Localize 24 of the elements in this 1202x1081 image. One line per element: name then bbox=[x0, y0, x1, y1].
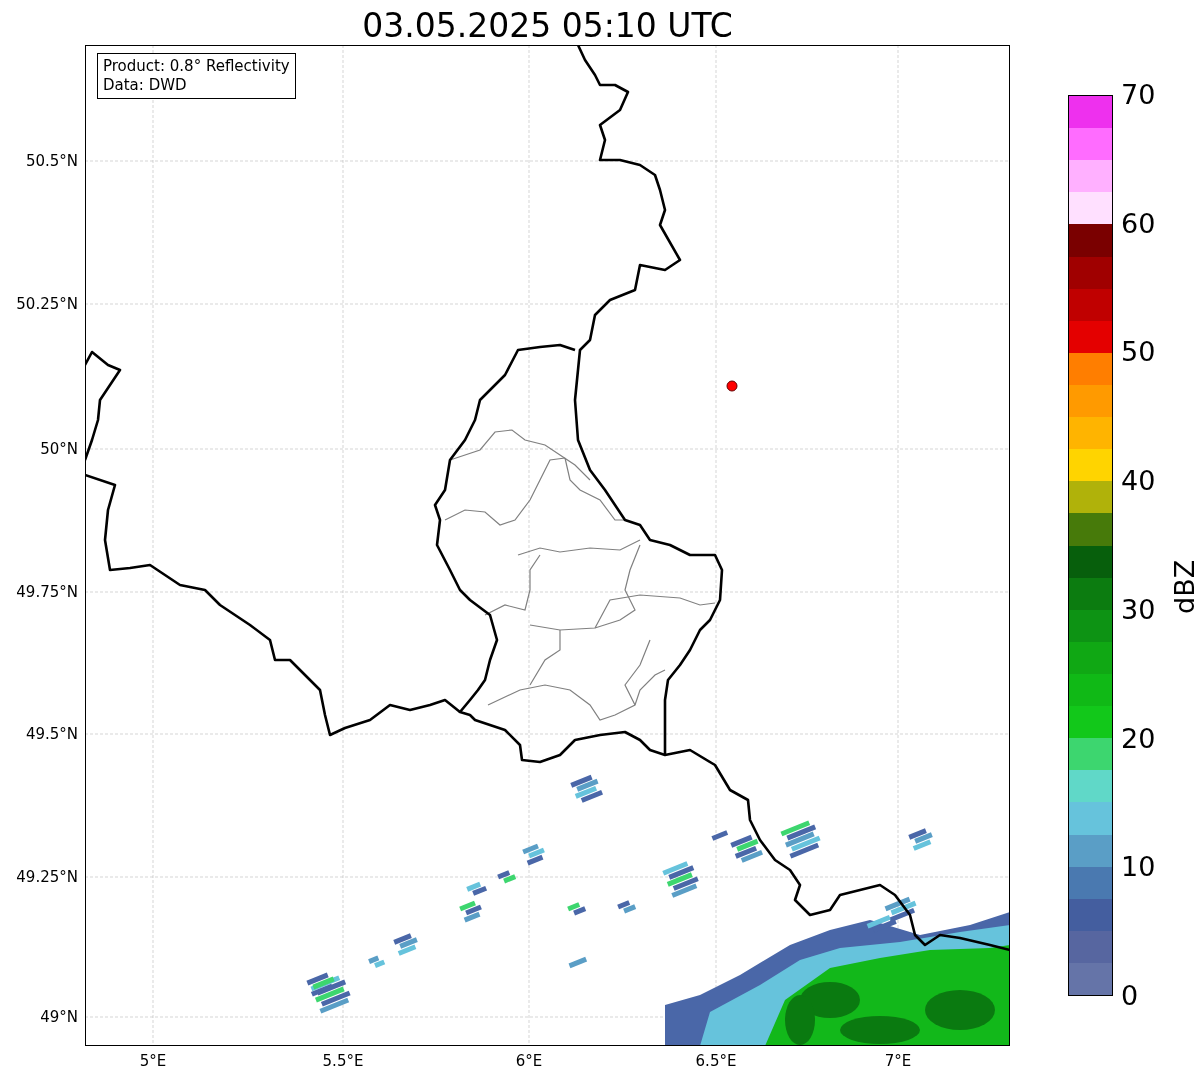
axis-tick-label: 49.75°N bbox=[16, 582, 78, 602]
axis-tick-label: 50.25°N bbox=[16, 294, 78, 314]
axis-tick-label: 7°E bbox=[883, 1052, 913, 1070]
info-text: Product: 0.8° Reflectivity bbox=[103, 57, 290, 76]
axis-tick-label: 49.25°N bbox=[16, 867, 78, 887]
colorbar-tick-label: 70 bbox=[1121, 79, 1156, 111]
colorbar-tick-label: 50 bbox=[1121, 336, 1156, 369]
colorbar-tick-label: 0 bbox=[1121, 980, 1139, 1012]
axis-tick-label: 49.5°N bbox=[25, 724, 78, 744]
colorbar-tick-label: 30 bbox=[1121, 593, 1156, 626]
map-title: 03.05.2025 05:10 UTC bbox=[361, 5, 734, 45]
colorbar-tick-label: 60 bbox=[1121, 207, 1156, 240]
axis-tick-label: 6.5°E bbox=[694, 1052, 738, 1070]
colorbar-tick-label: 20 bbox=[1121, 722, 1156, 755]
info-text: Data: DWD bbox=[103, 76, 188, 95]
axis-tick-label: 5.5°E bbox=[321, 1052, 365, 1070]
colorbar-tick-label: 40 bbox=[1121, 465, 1156, 498]
colorbar-tick-label: 10 bbox=[1121, 851, 1156, 884]
axis-tick-label: 50.5°N bbox=[25, 151, 78, 171]
colorbar-label: dBZ bbox=[1169, 558, 1200, 614]
axis-tick-label: 49°N bbox=[40, 1007, 78, 1027]
axis-tick-label: 6°E bbox=[514, 1052, 544, 1070]
axis-tick-label: 5°E bbox=[138, 1052, 168, 1070]
axis-tick-label: 50°N bbox=[40, 439, 78, 459]
